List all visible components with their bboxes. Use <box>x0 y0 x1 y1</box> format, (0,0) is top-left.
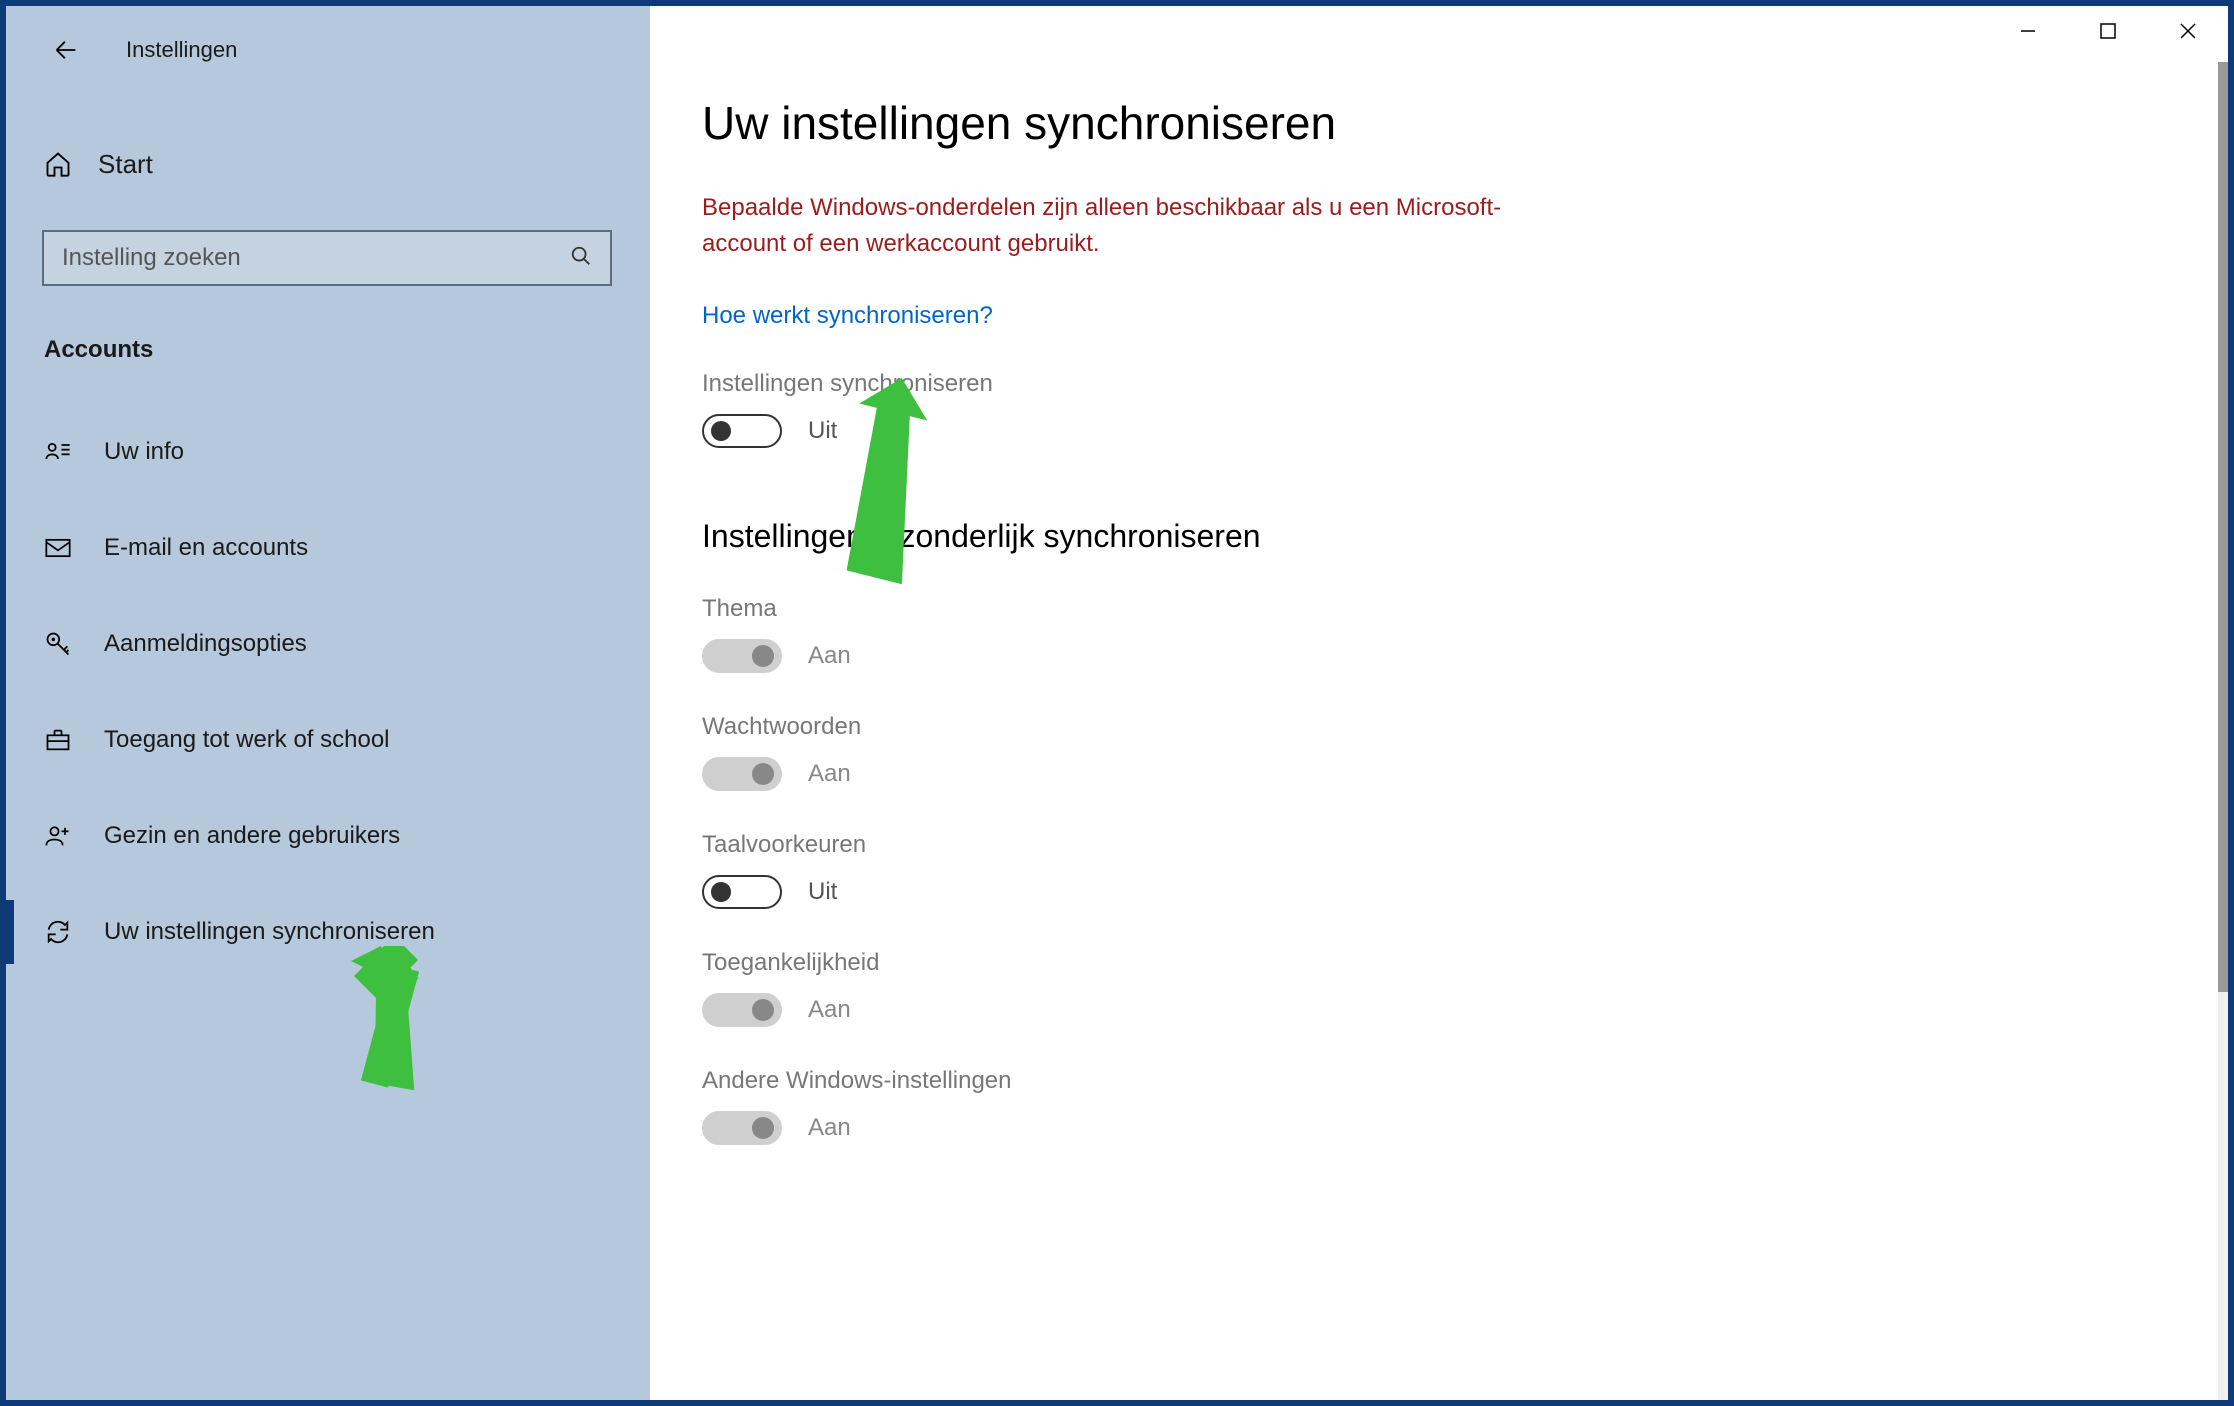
account-warning-text: Bepaalde Windows-onderdelen zijn alleen … <box>702 190 1522 262</box>
scrollbar-thumb[interactable] <box>2218 62 2228 992</box>
section-label: Accounts <box>6 336 650 364</box>
sidebar-item-email-accounts[interactable]: E-mail en accounts <box>6 500 650 596</box>
sidebar-item-sync-settings[interactable]: Uw instellingen synchroniseren <box>6 884 650 980</box>
arrow-left-icon <box>52 36 80 64</box>
toggle-state-text: Aan <box>808 760 851 788</box>
other-windows-settings-toggle[interactable] <box>702 1111 782 1145</box>
toggle-state-text: Aan <box>808 996 851 1024</box>
sidebar-item-label: Gezin en andere gebruikers <box>104 822 400 850</box>
home-icon <box>44 150 72 178</box>
back-button[interactable] <box>44 28 88 72</box>
sync-icon <box>44 918 72 946</box>
annotation-arrow-lower <box>356 946 436 1096</box>
page-title: Uw instellingen synchroniseren <box>702 96 2204 150</box>
close-button[interactable] <box>2148 6 2228 56</box>
theme-toggle[interactable] <box>702 639 782 673</box>
accessibility-label: Toegankelijkheid <box>702 949 2204 977</box>
sidebar-item-signin-options[interactable]: Aanmeldingsopties <box>6 596 650 692</box>
minimize-button[interactable] <box>1988 6 2068 56</box>
person-card-icon <box>44 438 72 466</box>
sidebar-item-label: Uw info <box>104 438 184 466</box>
window-title: Instellingen <box>126 37 237 63</box>
maximize-button[interactable] <box>2068 6 2148 56</box>
sidebar-item-label: Uw instellingen synchroniseren <box>104 918 435 946</box>
search-icon <box>570 245 592 272</box>
home-label: Start <box>98 149 153 180</box>
settings-window: Instellingen Start Accounts Uw info E-ma… <box>6 6 2228 1400</box>
sidebar-item-your-info[interactable]: Uw info <box>6 404 650 500</box>
home-button[interactable]: Start <box>6 128 650 200</box>
people-icon <box>44 822 72 850</box>
briefcase-icon <box>44 726 72 754</box>
sidebar: Instellingen Start Accounts Uw info E-ma… <box>6 6 650 1400</box>
window-controls <box>1988 6 2228 56</box>
key-icon <box>44 630 72 658</box>
accessibility-toggle[interactable] <box>702 993 782 1027</box>
sidebar-item-label: Aanmeldingsopties <box>104 630 307 658</box>
passwords-label: Wachtwoorden <box>702 713 2204 741</box>
passwords-toggle[interactable] <box>702 757 782 791</box>
theme-label: Thema <box>702 595 2204 623</box>
annotation-arrow-upper <box>830 376 930 596</box>
sidebar-item-family-users[interactable]: Gezin en andere gebruikers <box>6 788 650 884</box>
other-windows-settings-label: Andere Windows-instellingen <box>702 1067 2204 1095</box>
language-prefs-label: Taalvoorkeuren <box>702 831 2204 859</box>
search-box[interactable] <box>42 230 612 286</box>
toggle-state-text: Aan <box>808 642 851 670</box>
mail-icon <box>44 534 72 562</box>
sidebar-item-label: Toegang tot werk of school <box>104 726 390 754</box>
scrollbar[interactable] <box>2218 62 2228 1400</box>
toggle-state-text: Uit <box>808 878 837 906</box>
search-input[interactable] <box>62 244 539 272</box>
sync-settings-toggle[interactable] <box>702 414 782 448</box>
sidebar-item-label: E-mail en accounts <box>104 534 308 562</box>
main-content: Uw instellingen synchroniseren Bepaalde … <box>650 6 2228 1400</box>
how-sync-works-link[interactable]: Hoe werkt synchroniseren? <box>702 302 993 330</box>
language-prefs-toggle[interactable] <box>702 875 782 909</box>
sidebar-item-work-school[interactable]: Toegang tot werk of school <box>6 692 650 788</box>
nav-list: Uw info E-mail en accounts Aanmeldingsop… <box>6 404 650 980</box>
toggle-state-text: Aan <box>808 1114 851 1142</box>
